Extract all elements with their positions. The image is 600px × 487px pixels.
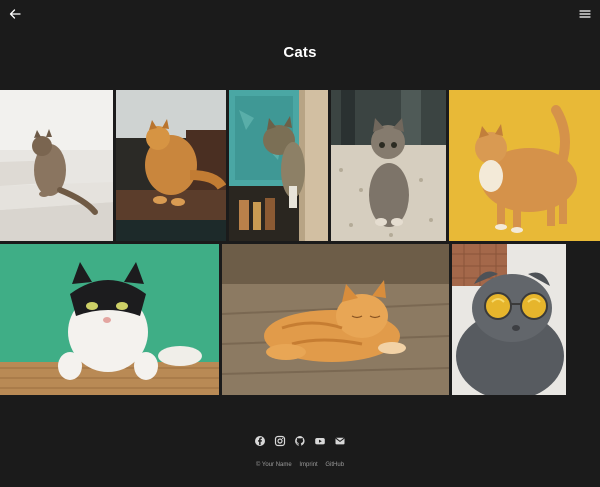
imprint-link[interactable]: Imprint (299, 462, 317, 468)
photo-cat-peeking-teal-door[interactable] (229, 90, 328, 241)
github-icon[interactable] (294, 435, 306, 447)
photo-orange-cat-yellow-wall[interactable] (449, 90, 600, 241)
footer-links: © Your Name Imprint GitHub (0, 462, 600, 468)
photo-tabby-on-stairs[interactable] (0, 90, 113, 241)
photo-maine-coon-shelf[interactable] (116, 90, 226, 241)
photo-grey-cat-sunglasses[interactable] (452, 244, 566, 395)
github-link[interactable]: GitHub (325, 462, 344, 468)
top-bar (0, 0, 600, 28)
facebook-icon[interactable] (254, 435, 266, 447)
social-icons (0, 434, 600, 448)
instagram-icon[interactable] (274, 435, 286, 447)
photo-tuxedo-cat-green-wall[interactable] (0, 244, 219, 395)
back-arrow-icon[interactable] (8, 7, 22, 21)
photo-tabby-kitten-carpet[interactable] (331, 90, 446, 241)
page-title: Cats (283, 44, 317, 61)
copyright-text: © Your Name (255, 462, 292, 468)
youtube-icon[interactable] (314, 435, 326, 447)
photo-orange-cat-sleeping-floor[interactable] (222, 244, 449, 395)
email-icon[interactable] (334, 435, 346, 447)
hamburger-menu-icon[interactable] (578, 8, 592, 20)
